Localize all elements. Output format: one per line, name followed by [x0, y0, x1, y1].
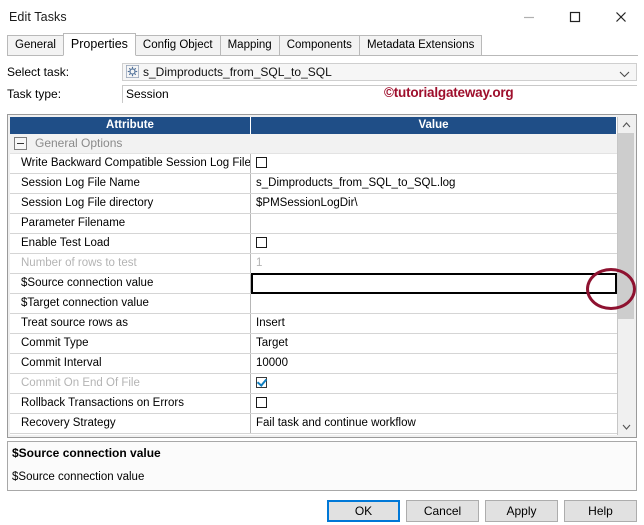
grid-cell-value — [251, 134, 617, 153]
checkbox-enable-test-load[interactable] — [256, 237, 267, 248]
description-panel: $Source connection value $Source connect… — [7, 441, 637, 491]
table-row[interactable]: Write Backward Compatible Session Log Fi… — [10, 154, 617, 174]
grid-cell-value: 1 — [256, 257, 263, 269]
grid-cell-attribute: Treat source rows as — [10, 314, 251, 333]
help-button[interactable]: Help — [564, 500, 637, 522]
grid-cell-attribute: Number of rows to test — [10, 254, 251, 273]
grid-cell-attribute: $Target connection value — [10, 294, 251, 313]
section-label: General Options — [35, 136, 123, 150]
tab-properties[interactable]: Properties — [62, 33, 136, 56]
title-bar: Edit Tasks — [0, 0, 644, 33]
grid-cell-attribute: Commit Type — [10, 334, 251, 353]
source-connection-value-input[interactable] — [251, 273, 617, 294]
select-task-row: Select task: s_Dimproducts_from_SQL_to_S… — [7, 62, 637, 81]
table-row[interactable]: Session Log File directory $PMSessionLog… — [10, 194, 617, 214]
grid-cell-value[interactable]: 10000 — [251, 354, 617, 373]
table-row: Commit On End Of File — [10, 374, 617, 394]
grid-cell-attribute: Recovery Strategy — [10, 414, 251, 433]
tab-metadata-extensions[interactable]: Metadata Extensions — [358, 35, 483, 56]
scroll-up-arrow-icon[interactable] — [618, 117, 634, 133]
grid-cell-attribute: Rollback Transactions on Errors — [10, 394, 251, 413]
grid-cell-value[interactable] — [251, 154, 617, 173]
tab-mapping[interactable]: Mapping — [219, 35, 280, 56]
grid-cell-attribute: Commit On End Of File — [10, 374, 251, 393]
select-task-value: s_Dimproducts_from_SQL_to_SQL — [143, 64, 332, 79]
scrollbar-thumb[interactable] — [618, 133, 634, 319]
ok-button[interactable]: OK — [327, 500, 400, 522]
checkbox-commit-on-end-of-file — [256, 377, 267, 388]
table-row[interactable]: Rollback Transactions on Errors — [10, 394, 617, 414]
task-form: Select task: s_Dimproducts_from_SQL_to_S… — [0, 56, 644, 103]
checkbox-write-backward-compatible-session-log-file[interactable] — [256, 157, 267, 168]
grid-cell-attribute: Session Log File directory — [10, 194, 251, 213]
grid-cell-value[interactable]: Fail task and continue workflow — [251, 414, 617, 433]
watermark-text: ©tutorialgateway.org — [384, 84, 514, 100]
tab-config-object[interactable]: Config Object — [134, 35, 221, 56]
collapse-minus-icon[interactable] — [14, 137, 27, 150]
column-header-value[interactable]: Value — [251, 117, 617, 134]
grid-cell-attribute: General Options — [10, 134, 251, 153]
grid-cell-value[interactable]: $PMSessionLogDir\ — [251, 194, 617, 213]
window-controls — [506, 0, 644, 33]
close-icon[interactable] — [598, 0, 644, 33]
grid-cell-value[interactable] — [251, 234, 617, 253]
session-gear-icon — [126, 65, 139, 78]
tab-strip: General Properties Config Object Mapping… — [0, 33, 644, 56]
tab-components[interactable]: Components — [278, 35, 360, 56]
grid-cell-attribute: Parameter Filename — [10, 214, 251, 233]
cancel-button[interactable]: Cancel — [406, 500, 479, 522]
task-type-label: Task type: — [7, 86, 62, 101]
task-type-value: Session — [122, 84, 637, 103]
window-title: Edit Tasks — [9, 9, 67, 24]
chevron-down-icon[interactable] — [619, 67, 630, 81]
scrollbar-track[interactable] — [618, 133, 634, 419]
task-type-row: Task type: Session ©tutorialgateway.org — [7, 84, 637, 103]
grid-cell-attribute: Enable Test Load — [10, 234, 251, 253]
grid-cell-value[interactable] — [251, 214, 617, 233]
table-row[interactable]: Enable Test Load — [10, 234, 617, 254]
grid-cell-value[interactable] — [251, 294, 617, 313]
grid-header-row: Attribute Value — [10, 117, 617, 134]
checkbox-rollback-transactions-on-errors[interactable] — [256, 397, 267, 408]
grid-cell-attribute: Session Log File Name — [10, 174, 251, 193]
tab-general[interactable]: General — [7, 35, 64, 56]
table-row[interactable]: General Options — [10, 134, 617, 154]
grid-cell-attribute: $Source connection value — [10, 274, 251, 293]
grid-cell-value — [251, 374, 617, 393]
table-row[interactable]: $Source connection value — [10, 273, 617, 294]
grid-vertical-scrollbar[interactable] — [618, 117, 634, 435]
table-row[interactable]: $Target connection value — [10, 294, 617, 314]
description-title: $Source connection value — [12, 446, 161, 460]
table-row[interactable]: Session Log File Name s_Dimproducts_from… — [10, 174, 617, 194]
select-task-dropdown[interactable]: s_Dimproducts_from_SQL_to_SQL — [122, 62, 637, 81]
table-row[interactable]: Treat source rows as Insert — [10, 314, 617, 334]
grid-cell-attribute: Commit Interval — [10, 354, 251, 373]
description-body: $Source connection value — [12, 471, 145, 483]
grid-viewport: Attribute Value General Options Write Ba… — [10, 117, 618, 435]
dialog-button-bar: OK Cancel Apply Help — [0, 500, 644, 525]
grid-body: General Options Write Backward Compatibl… — [10, 134, 617, 434]
table-row: Number of rows to test 1 — [10, 254, 617, 274]
table-row[interactable]: Parameter Filename — [10, 214, 617, 234]
table-row[interactable]: Recovery Strategy Fail task and continue… — [10, 414, 617, 434]
maximize-icon[interactable] — [552, 0, 598, 33]
grid-cell-attribute: Write Backward Compatible Session Log Fi… — [10, 154, 251, 173]
attributes-grid: Attribute Value General Options Write Ba… — [7, 114, 637, 438]
grid-cell-value[interactable]: Target — [251, 334, 617, 353]
table-row[interactable]: Commit Interval 10000 — [10, 354, 617, 374]
table-row[interactable]: Commit Type Target — [10, 334, 617, 354]
minimize-icon[interactable] — [506, 0, 552, 33]
grid-cell-value[interactable] — [251, 394, 617, 413]
select-task-label: Select task: — [7, 64, 70, 79]
column-header-attribute[interactable]: Attribute — [10, 117, 251, 134]
grid-cell-value[interactable]: s_Dimproducts_from_SQL_to_SQL.log — [251, 174, 617, 193]
scroll-down-arrow-icon[interactable] — [618, 419, 634, 435]
grid-cell-value[interactable]: Insert — [251, 314, 617, 333]
apply-button[interactable]: Apply — [485, 500, 558, 522]
